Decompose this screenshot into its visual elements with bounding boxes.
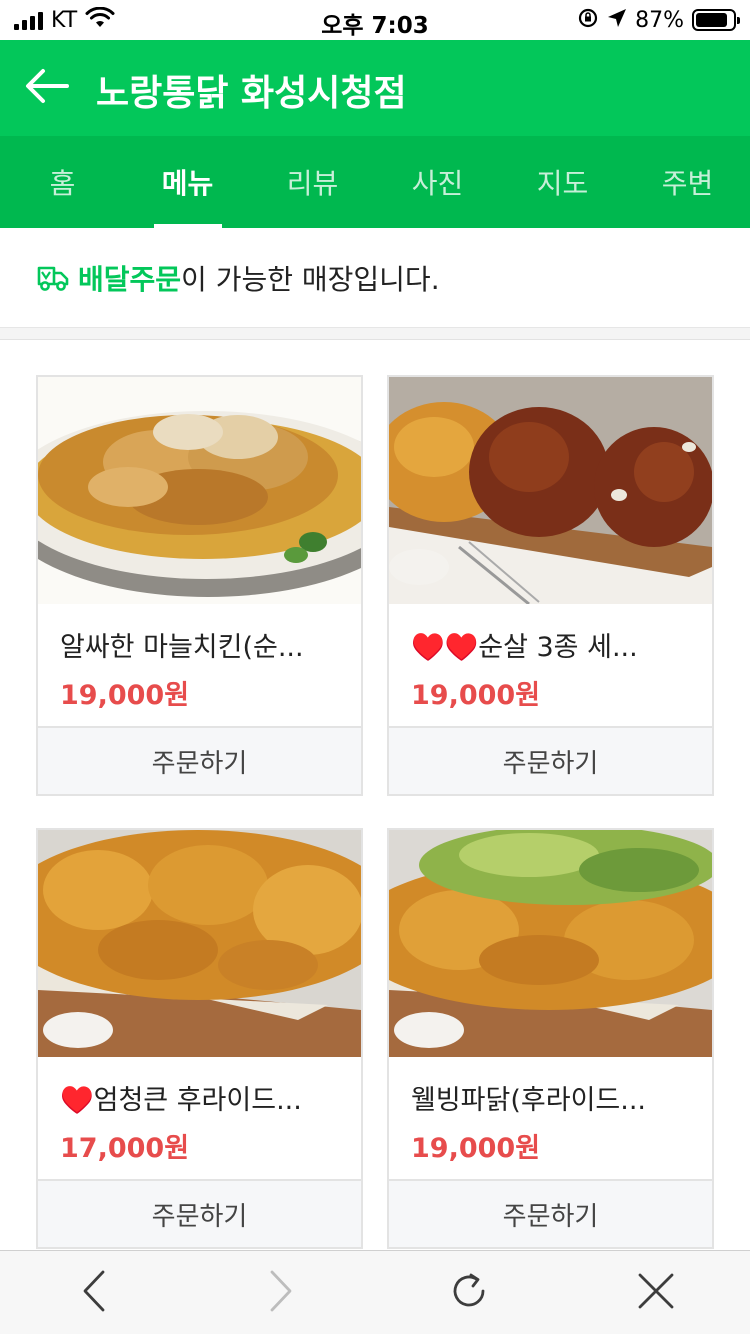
delivery-notice-text: 배달주문 이 가능한 매장입니다.: [36, 258, 440, 298]
orientation-lock-icon: [577, 7, 599, 33]
order-button[interactable]: 주문하기: [389, 726, 712, 794]
tab-1[interactable]: 메뉴: [125, 136, 250, 228]
browser-toolbar: [0, 1250, 750, 1334]
menu-item-name[interactable]: 알싸한 마늘치킨(순...: [60, 625, 345, 664]
menu-image-boneless-set[interactable]: [389, 377, 712, 604]
browser-reload-button[interactable]: [429, 1258, 509, 1328]
delivery-notice: 배달주문 이 가능한 매장입니다.: [0, 228, 750, 328]
menu-card[interactable]: ♥️♥️순살 3종 세... 19,000원 주문하기: [387, 375, 714, 796]
back-arrow-icon: [25, 68, 69, 108]
back-button[interactable]: [22, 64, 72, 112]
store-header: 노랑통닭 화성시청점: [0, 40, 750, 136]
status-right: 87%: [577, 7, 740, 33]
browser-back-button[interactable]: [54, 1258, 134, 1328]
section-divider: [0, 328, 750, 340]
back-chevron-icon: [82, 1270, 106, 1316]
menu-item-name[interactable]: 웰빙파닭(후라이드...: [411, 1078, 696, 1117]
menu-card[interactable]: 알싸한 마늘치킨(순... 19,000원 주문하기: [36, 375, 363, 796]
location-arrow-icon: [607, 8, 627, 32]
reload-icon: [447, 1269, 491, 1317]
delivery-notice-rest: 이 가능한 매장입니다.: [181, 263, 440, 296]
menu-image-garlic-chicken[interactable]: [38, 377, 361, 604]
browser-close-button[interactable]: [616, 1258, 696, 1328]
tab-3[interactable]: 사진: [375, 136, 500, 228]
menu-image-wellbeing-padak[interactable]: [389, 830, 712, 1057]
order-button[interactable]: 주문하기: [38, 1179, 361, 1247]
menu-card[interactable]: ♥️엄청큰 후라이드... 17,000원 주문하기: [36, 828, 363, 1249]
tab-4[interactable]: 지도: [500, 136, 625, 228]
menu-image-fried-chicken[interactable]: [38, 830, 361, 1057]
tab-5[interactable]: 주변: [625, 136, 750, 228]
menu-item-price: 19,000원: [411, 1133, 541, 1164]
tab-0[interactable]: 홈: [0, 136, 125, 228]
browser-forward-button[interactable]: [241, 1258, 321, 1328]
forward-chevron-icon: [269, 1270, 293, 1316]
menu-item-price: 19,000원: [60, 680, 190, 711]
store-title: 노랑통닭 화성시청점: [96, 73, 407, 114]
store-tabs: 홈 메뉴 리뷰 사진 지도 주변: [0, 136, 750, 228]
order-button[interactable]: 주문하기: [38, 726, 361, 794]
battery-percent: 87%: [635, 7, 684, 33]
battery-icon: [692, 9, 740, 31]
battery-fill: [696, 13, 728, 27]
menu-item-name[interactable]: ♥️엄청큰 후라이드...: [60, 1078, 345, 1117]
menu-item-name[interactable]: ♥️♥️순살 3종 세...: [411, 625, 696, 664]
status-bar: KT 오후 7:03 87%: [0, 0, 750, 40]
menu-item-price: 19,000원: [411, 680, 541, 711]
delivery-order-highlight: 배달주문: [78, 263, 182, 296]
menu-card[interactable]: 웰빙파닭(후라이드... 19,000원 주문하기: [387, 828, 714, 1249]
tab-2[interactable]: 리뷰: [250, 136, 375, 228]
delivery-truck-icon: [36, 263, 70, 293]
menu-item-price: 17,000원: [60, 1133, 190, 1164]
order-button[interactable]: 주문하기: [389, 1179, 712, 1247]
close-icon: [637, 1272, 675, 1314]
